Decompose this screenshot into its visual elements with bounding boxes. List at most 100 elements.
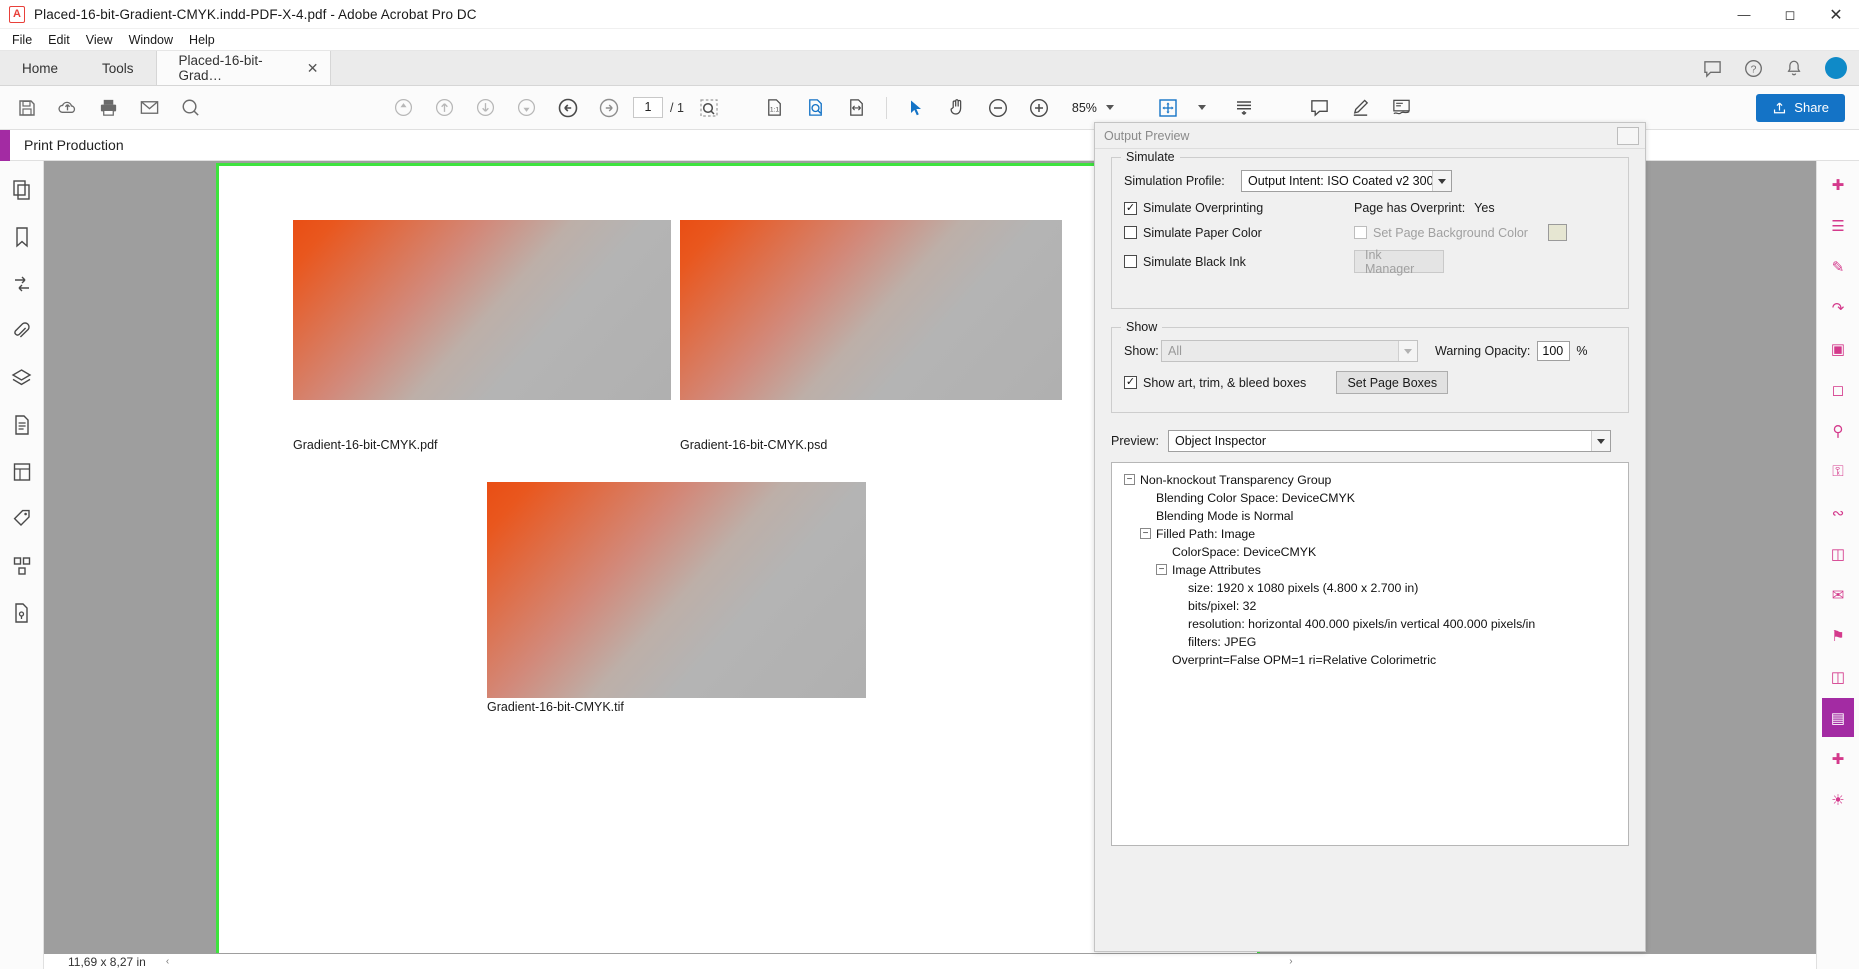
search-icon[interactable] bbox=[174, 91, 207, 124]
simulate-paper-color-checkbox[interactable]: Simulate Paper Color bbox=[1124, 226, 1354, 240]
prepare-form-rail-icon[interactable]: ◫ bbox=[1822, 534, 1854, 573]
zoom-selection-icon[interactable] bbox=[693, 91, 726, 124]
zoom-to-page-level-icon[interactable] bbox=[799, 91, 832, 124]
avatar[interactable] bbox=[1825, 57, 1847, 79]
page-number-input[interactable]: 1 bbox=[633, 97, 663, 118]
minimize-button[interactable]: — bbox=[1721, 0, 1767, 29]
help-icon[interactable]: ? bbox=[1744, 59, 1763, 78]
menu-edit[interactable]: Edit bbox=[40, 31, 78, 49]
page-thumbnails-icon[interactable] bbox=[1152, 91, 1185, 124]
output-preview-header[interactable]: Output Preview bbox=[1095, 123, 1645, 149]
bookmarks-rail-icon[interactable] bbox=[7, 218, 37, 256]
comment-icon[interactable] bbox=[1703, 59, 1722, 78]
document-content-rail-icon[interactable] bbox=[7, 406, 37, 444]
tree-node[interactable]: Overprint=False OPM=1 ri=Relative Colori… bbox=[1118, 651, 1622, 669]
fit-width-icon[interactable] bbox=[840, 91, 873, 124]
zoom-in-icon[interactable] bbox=[1023, 91, 1056, 124]
next-view-icon[interactable] bbox=[592, 91, 625, 124]
menu-file[interactable]: File bbox=[4, 31, 40, 49]
chevron-down-icon[interactable] bbox=[1398, 341, 1417, 361]
tree-node[interactable]: Blending Mode is Normal bbox=[1118, 507, 1622, 525]
menu-window[interactable]: Window bbox=[121, 31, 181, 49]
warning-opacity-input[interactable]: 100 bbox=[1537, 341, 1571, 361]
print-icon[interactable] bbox=[92, 91, 125, 124]
save-icon[interactable] bbox=[10, 91, 43, 124]
last-page-icon[interactable] bbox=[510, 91, 543, 124]
page-thumbnails-rail-icon[interactable] bbox=[7, 171, 37, 209]
accessibility-rail-icon[interactable]: ☀ bbox=[1822, 780, 1854, 819]
tree-node[interactable]: bits/pixel: 32 bbox=[1118, 597, 1622, 615]
email-icon[interactable] bbox=[133, 91, 166, 124]
comment-rail-icon[interactable]: ◻ bbox=[1822, 370, 1854, 409]
object-inspector-tree[interactable]: − Non-knockout Transparency Group Blending… bbox=[1111, 462, 1629, 846]
tree-expander-icon[interactable]: − bbox=[1140, 528, 1151, 539]
protect-rail-icon[interactable]: ⚿ bbox=[1822, 452, 1854, 491]
preflight-rail-icon[interactable]: ✚ bbox=[1822, 739, 1854, 778]
fill-and-sign-icon[interactable] bbox=[1385, 91, 1418, 124]
add-comment-icon[interactable] bbox=[1303, 91, 1336, 124]
combine-files-rail-icon[interactable]: ☰ bbox=[1822, 206, 1854, 245]
next-page-icon[interactable] bbox=[469, 91, 502, 124]
layers-rail-icon[interactable] bbox=[7, 359, 37, 397]
show-filter-select[interactable]: All bbox=[1161, 340, 1418, 362]
tree-node[interactable]: Blending Color Space: DeviceCMYK bbox=[1118, 489, 1622, 507]
scroll-mode-icon[interactable] bbox=[1228, 91, 1261, 124]
zoom-out-icon[interactable] bbox=[982, 91, 1015, 124]
tab-home[interactable]: Home bbox=[0, 51, 80, 85]
tree-node[interactable]: − Image Attributes bbox=[1118, 561, 1622, 579]
tree-node[interactable]: filters: JPEG bbox=[1118, 633, 1622, 651]
close-button[interactable]: ✕ bbox=[1813, 0, 1859, 29]
highlight-pen-icon[interactable] bbox=[1344, 91, 1377, 124]
tree-expander-icon[interactable]: − bbox=[1124, 474, 1135, 485]
simulation-profile-select[interactable]: Output Intent: ISO Coated v2 300% (ECI) bbox=[1241, 170, 1452, 192]
tab-document[interactable]: Placed-16-bit-Grad… ✕ bbox=[155, 51, 331, 85]
chevron-down-icon[interactable] bbox=[1432, 171, 1451, 191]
edit-pdf-rail-icon[interactable]: ✎ bbox=[1822, 247, 1854, 286]
tab-tools[interactable]: Tools bbox=[80, 51, 156, 85]
create-pdf-rail-icon[interactable]: ✚ bbox=[1822, 165, 1854, 204]
order-panel-rail-icon[interactable] bbox=[7, 547, 37, 585]
print-production-rail-icon[interactable]: ▤ bbox=[1822, 698, 1854, 737]
show-boxes-checkbox[interactable]: ✓ Show art, trim, & bleed boxes bbox=[1124, 376, 1306, 390]
output-preview-close-button[interactable] bbox=[1617, 126, 1639, 145]
tree-expander-icon[interactable]: − bbox=[1156, 564, 1167, 575]
tags-rail-icon[interactable] bbox=[7, 500, 37, 538]
tree-node[interactable]: − Non-knockout Transparency Group bbox=[1118, 471, 1622, 489]
set-page-boxes-button[interactable]: Set Page Boxes bbox=[1336, 371, 1449, 394]
fill-sign-rail-icon[interactable]: ∾ bbox=[1822, 493, 1854, 532]
share-button[interactable]: Share bbox=[1756, 93, 1845, 122]
scroll-right-icon[interactable]: › bbox=[1289, 956, 1292, 967]
content-panel-rail-icon[interactable] bbox=[7, 453, 37, 491]
previous-view-icon[interactable] bbox=[551, 91, 584, 124]
compare-files-rail-icon[interactable]: ◫ bbox=[1822, 657, 1854, 696]
send-for-signature-rail-icon[interactable]: ✉ bbox=[1822, 575, 1854, 614]
chevron-down-icon[interactable] bbox=[1591, 431, 1610, 451]
tree-node[interactable]: ColorSpace: DeviceCMYK bbox=[1118, 543, 1622, 561]
attachments-rail-icon[interactable] bbox=[7, 312, 37, 350]
actual-size-icon[interactable]: 1:1 bbox=[758, 91, 791, 124]
organize-pages-rail-icon[interactable]: ▣ bbox=[1822, 329, 1854, 368]
menu-help[interactable]: Help bbox=[181, 31, 223, 49]
notification-bell-icon[interactable] bbox=[1785, 59, 1803, 78]
first-page-icon[interactable] bbox=[387, 91, 420, 124]
hand-tool-icon[interactable] bbox=[941, 91, 974, 124]
menu-view[interactable]: View bbox=[78, 31, 121, 49]
tree-node[interactable]: resolution: horizontal 400.000 pixels/in… bbox=[1118, 615, 1622, 633]
zoom-level-value[interactable]: 85% bbox=[1072, 101, 1097, 115]
simulate-overprinting-checkbox[interactable]: ✓ Simulate Overprinting bbox=[1124, 201, 1354, 215]
maximize-button[interactable]: ◻ bbox=[1767, 0, 1813, 29]
scan-ocr-rail-icon[interactable]: ⚲ bbox=[1822, 411, 1854, 450]
tree-node[interactable]: size: 1920 x 1080 pixels (4.800 x 2.700 … bbox=[1118, 579, 1622, 597]
select-tool-icon[interactable] bbox=[900, 91, 933, 124]
page-organize-rail-icon[interactable] bbox=[7, 265, 37, 303]
chevron-down-icon-tools[interactable] bbox=[1197, 105, 1206, 110]
tree-node[interactable]: − Filled Path: Image bbox=[1118, 525, 1622, 543]
security-rail-icon[interactable] bbox=[7, 594, 37, 632]
export-pdf-rail-icon[interactable]: ↷ bbox=[1822, 288, 1854, 327]
scroll-left-icon[interactable]: ‹ bbox=[166, 956, 169, 967]
close-icon[interactable]: ✕ bbox=[307, 61, 319, 75]
simulate-black-ink-checkbox[interactable]: Simulate Black Ink bbox=[1124, 255, 1354, 269]
previous-page-icon[interactable] bbox=[428, 91, 461, 124]
preview-mode-select[interactable]: Object Inspector bbox=[1168, 430, 1611, 452]
certificates-rail-icon[interactable]: ⚑ bbox=[1822, 616, 1854, 655]
